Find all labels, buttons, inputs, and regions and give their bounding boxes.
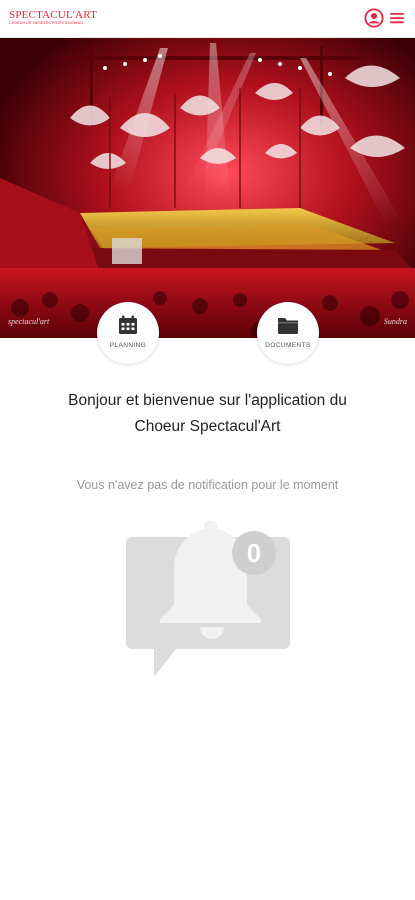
planning-button[interactable]: PLANNING [97,302,159,364]
photo-watermark-right: Sundra [383,317,407,326]
planning-label: PLANNING [109,342,147,349]
app-header: SPECTACUL'ART CHOEUR DE VARIÉTÉS PROFESS… [0,0,415,38]
welcome-line-1: Bonjour et bienvenue sur l'application d… [68,392,347,409]
user-circle-icon [364,8,384,28]
user-profile-button[interactable] [364,8,384,28]
welcome-message: Bonjour et bienvenue sur l'application d… [30,388,385,440]
brand-name: SPECTACUL'ART [9,9,97,21]
hamburger-menu-icon [390,13,404,24]
brand-tagline: CHOEUR DE VARIÉTÉS PROFESSIONNEL [9,21,84,25]
documents-label: DOCUMENTS [265,342,311,349]
photo-watermark-left: spectacul'art [8,317,50,326]
welcome-line-2: Choeur Spectacul'Art [134,418,281,435]
brand-logo[interactable]: SPECTACUL'ART CHOEUR DE VARIÉTÉS PROFESS… [9,9,97,31]
notification-empty-message: Vous n'avez pas de notification pour le … [76,478,339,492]
menu-button[interactable] [389,10,405,26]
hero-concert-image: spectacul'art Sundra [0,38,415,338]
notification-count-badge: 0 [246,538,262,568]
calendar-icon [119,315,137,334]
documents-button[interactable]: DOCUMENTS [257,302,319,364]
folder-icon [278,318,298,334]
concert-stage-photo [0,38,415,338]
